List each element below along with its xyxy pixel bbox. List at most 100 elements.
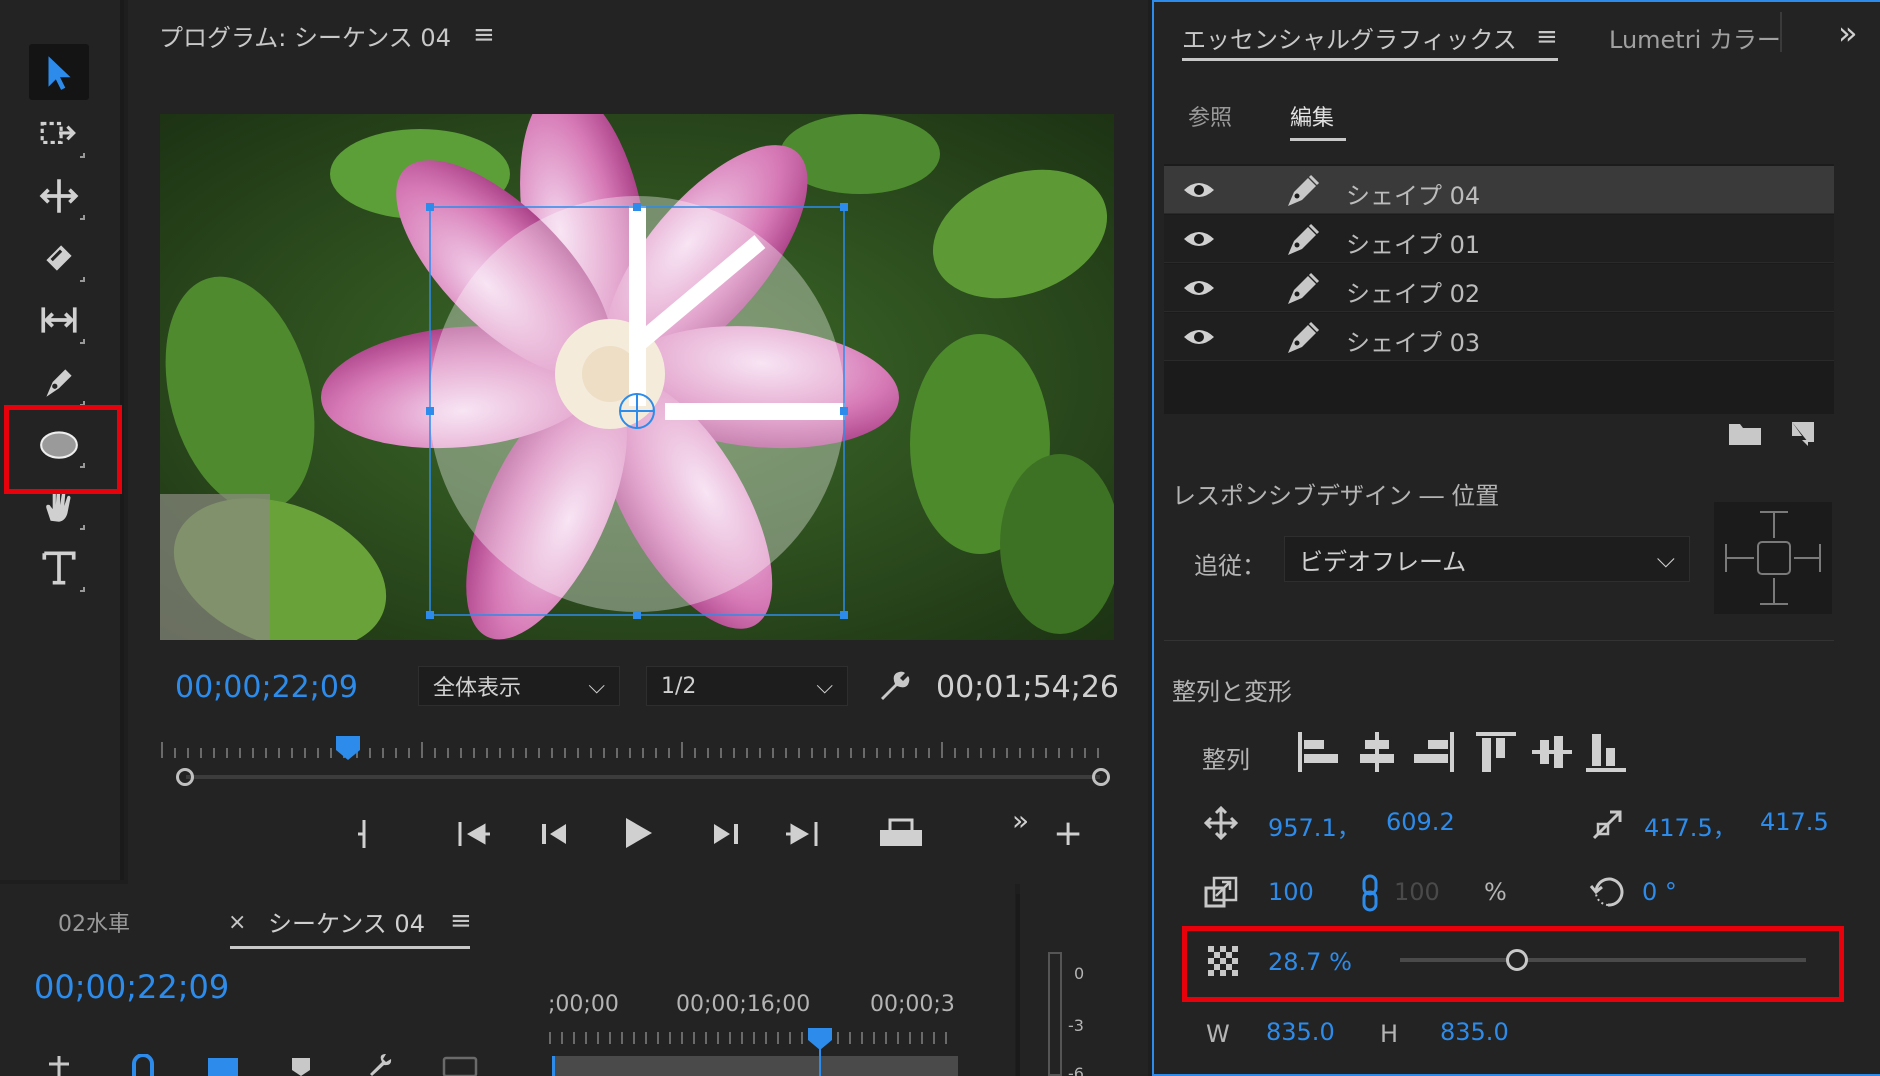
- height-value[interactable]: 835.0: [1440, 1018, 1509, 1046]
- track-select-tool[interactable]: [29, 106, 89, 162]
- resolution-dropdown[interactable]: 1/2 ⌵: [646, 666, 848, 706]
- ruler-ticks: [161, 742, 1099, 758]
- export-frame-icon[interactable]: [878, 816, 924, 854]
- layer-name: シェイプ 01: [1346, 231, 1481, 259]
- timeline-ruler[interactable]: [548, 1026, 958, 1044]
- go-to-out-icon[interactable]: [782, 818, 822, 854]
- position-y-value[interactable]: 609.2: [1386, 808, 1455, 836]
- slip-tool[interactable]: [29, 292, 89, 348]
- position-icon: [1203, 805, 1239, 844]
- pin-widget[interactable]: [1714, 502, 1832, 614]
- program-playhead[interactable]: [334, 734, 362, 766]
- tab-sequence-04[interactable]: シーケンス 04: [268, 904, 425, 939]
- timeline-work-area[interactable]: [554, 1056, 958, 1076]
- wrench-icon[interactable]: [877, 668, 913, 708]
- timeline-menu-icon[interactable]: ≡: [450, 906, 472, 936]
- scrollbar-handle-left[interactable]: [176, 768, 194, 786]
- mark-in-icon[interactable]: [350, 816, 378, 856]
- more-buttons-icon[interactable]: »: [1012, 804, 1029, 837]
- selection-arrow-icon: [48, 56, 71, 90]
- layer-row[interactable]: シェイプ 01: [1164, 215, 1834, 263]
- timeline-playhead[interactable]: [806, 1026, 834, 1076]
- link-scale-icon[interactable]: [1360, 874, 1380, 916]
- opacity-highlight: [1182, 926, 1844, 1002]
- eye-icon[interactable]: [1182, 178, 1216, 208]
- ripple-edit-tool[interactable]: [29, 168, 89, 224]
- chevron-down-icon: ⌵: [1656, 545, 1675, 573]
- add-button-icon[interactable]: +: [1053, 816, 1083, 852]
- pen-layer-icon: [1284, 270, 1324, 312]
- align-icons: [1298, 732, 1626, 772]
- pen-tool[interactable]: [29, 354, 89, 410]
- subtab-browse[interactable]: 参照: [1188, 100, 1232, 132]
- anchor-point-icon: [1590, 806, 1626, 846]
- type-tool[interactable]: [29, 540, 89, 596]
- insert-sequence-icon[interactable]: [44, 1054, 74, 1076]
- anchor-y-value[interactable]: 417.5: [1760, 808, 1829, 836]
- width-value[interactable]: 835.0: [1266, 1018, 1335, 1046]
- linked-selection-icon[interactable]: [206, 1054, 240, 1076]
- scrollbar-handle-right[interactable]: [1092, 768, 1110, 786]
- meter-label-0: 0: [1074, 964, 1085, 983]
- follow-value: ビデオフレーム: [1299, 547, 1467, 576]
- captions-icon[interactable]: [442, 1056, 478, 1076]
- scale-percent-label: %: [1484, 878, 1507, 906]
- follow-label: 追従：: [1194, 552, 1266, 580]
- pen-layer-icon: [1284, 172, 1324, 214]
- subtab-edit[interactable]: 編集: [1290, 100, 1334, 132]
- snap-icon[interactable]: [128, 1053, 158, 1076]
- program-zoom-scrollbar[interactable]: [176, 768, 1110, 786]
- eye-icon[interactable]: [1182, 227, 1216, 257]
- layer-row[interactable]: シェイプ 02: [1164, 264, 1834, 312]
- tab-lumetri[interactable]: Lumetri カラー: [1609, 20, 1781, 55]
- responsive-design-title: レスポンシブデザイン ― 位置: [1172, 482, 1500, 510]
- close-tab-icon[interactable]: ×: [228, 910, 246, 935]
- step-back-icon[interactable]: [538, 818, 574, 854]
- layer-row[interactable]: シェイプ 03: [1164, 313, 1834, 361]
- new-layer-icon[interactable]: [1788, 420, 1816, 452]
- new-folder-icon[interactable]: [1728, 420, 1762, 450]
- anchor-x-value[interactable]: 417.5，: [1644, 808, 1737, 843]
- layer-name: シェイプ 04: [1346, 182, 1481, 210]
- zoom-dropdown[interactable]: 全体表示 ⌵: [418, 666, 620, 706]
- tab-02-suisha[interactable]: 02水車: [58, 906, 130, 938]
- height-label: H: [1380, 1020, 1399, 1048]
- rotation-icon: [1588, 872, 1628, 916]
- expand-panels-icon[interactable]: »: [1838, 14, 1858, 52]
- video-frame[interactable]: [160, 114, 1114, 640]
- position-x-value[interactable]: 957.1，: [1268, 808, 1361, 843]
- ruler-label-0: ;00;00: [548, 992, 619, 1017]
- follow-dropdown[interactable]: ビデオフレーム ⌵: [1284, 536, 1690, 582]
- ripple-edit-icon: [39, 179, 79, 213]
- essential-menu-icon[interactable]: ≡: [1536, 22, 1558, 52]
- add-marker-icon[interactable]: [290, 1054, 312, 1076]
- rotation-value[interactable]: 0 °: [1642, 878, 1677, 906]
- timeline-current-time[interactable]: 00;00;22;09: [34, 968, 229, 1006]
- tab-essential-graphics[interactable]: エッセンシャルグラフィックス: [1182, 20, 1517, 55]
- razor-tool[interactable]: [29, 230, 89, 286]
- ruler-label-1: 00;00;16;00: [676, 992, 811, 1017]
- scale-value[interactable]: 100: [1268, 878, 1314, 906]
- scale-icon: [1204, 874, 1240, 914]
- program-current-time[interactable]: 00;00;22;09: [175, 670, 358, 705]
- layer-row[interactable]: シェイプ 04: [1164, 166, 1834, 214]
- layer-name: シェイプ 02: [1346, 280, 1481, 308]
- step-forward-icon[interactable]: [706, 818, 742, 854]
- program-ruler[interactable]: [160, 740, 1108, 760]
- eye-icon[interactable]: [1182, 325, 1216, 355]
- ruler-label-2: 00;00;3: [870, 992, 955, 1017]
- audio-meter-bar: [1048, 952, 1062, 1076]
- flower-image: [160, 114, 1114, 640]
- eye-icon[interactable]: [1182, 276, 1216, 306]
- layer-name: シェイプ 03: [1346, 329, 1481, 357]
- program-title: プログラム: シーケンス 04: [159, 24, 451, 52]
- razor-icon: [46, 245, 72, 271]
- go-to-in-icon[interactable]: [454, 818, 494, 854]
- meter-label-1: -3: [1068, 1016, 1084, 1035]
- play-icon[interactable]: [620, 814, 656, 856]
- program-menu-icon[interactable]: ≡: [473, 20, 495, 50]
- timeline-settings-icon[interactable]: [366, 1052, 396, 1076]
- program-duration: 00;01;54;26: [936, 670, 1120, 705]
- scale-linked-value: 100: [1394, 878, 1440, 906]
- selection-tool[interactable]: [29, 44, 89, 100]
